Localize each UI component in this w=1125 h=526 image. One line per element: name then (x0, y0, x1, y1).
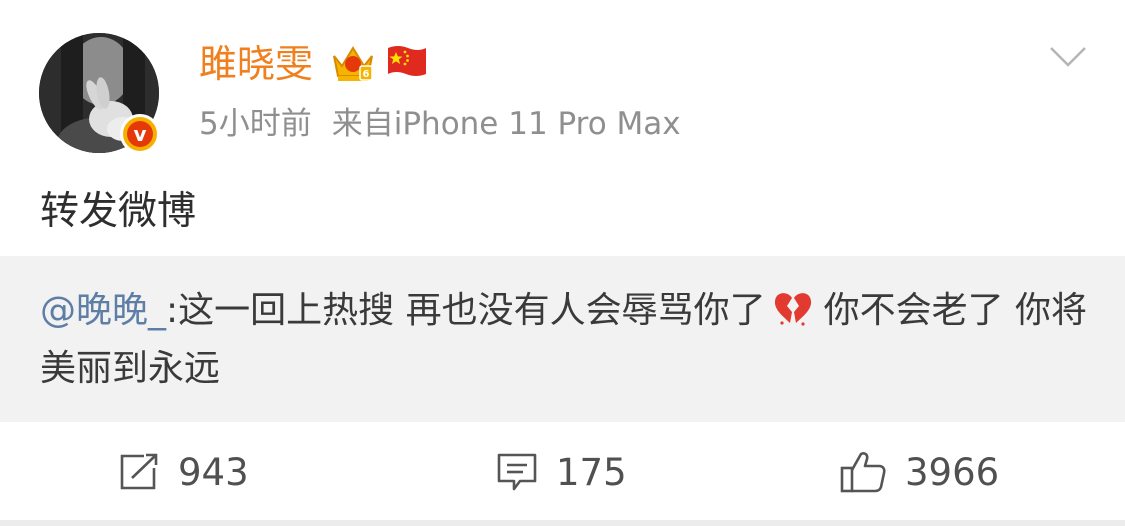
repost-icon (120, 453, 158, 490)
like-button[interactable]: 3966 (839, 448, 999, 496)
comment-button[interactable]: 175 (496, 448, 627, 496)
author-name[interactable]: 雎晓雯 (199, 40, 313, 88)
post-meta: 5小时前 来自iPhone 11 Pro Max (199, 104, 681, 144)
post-header: v 雎晓雯 6 5小时前 来自iPhone 11 Pro Max (0, 0, 1125, 180)
crown-icon[interactable]: 6 (330, 42, 376, 84)
post-source: 来自iPhone 11 Pro Max (331, 106, 681, 142)
quoted-text-part1: :这一回上热搜 再也没有人会辱骂你了 (166, 290, 766, 331)
repost-button[interactable]: 943 (118, 448, 249, 496)
quoted-post[interactable]: @晚晚_:这一回上热搜 再也没有人会辱骂你了 你不会老了 你将美丽到永远 (0, 256, 1125, 422)
mention-link[interactable]: @晚晚_ (40, 290, 166, 331)
divider (0, 520, 1125, 526)
thumbs-up-icon (840, 452, 886, 493)
comment-count: 175 (556, 450, 627, 494)
svg-text:6: 6 (363, 69, 370, 80)
quoted-post-text: @晚晚_:这一回上热搜 再也没有人会辱骂你了 你不会老了 你将美丽到永远 (40, 282, 1090, 398)
verified-badge-icon: v (120, 114, 160, 154)
post-time: 5小时前 (199, 106, 312, 142)
comment-icon (497, 453, 537, 491)
broken-heart-icon (774, 293, 811, 326)
post-actions: 943 175 3966 (0, 422, 1125, 522)
chevron-down-icon[interactable] (1048, 44, 1088, 70)
like-count: 3966 (905, 450, 1000, 494)
post-text: 转发微博 (40, 189, 197, 234)
repost-count: 943 (178, 450, 249, 494)
china-flag-icon (388, 46, 426, 76)
